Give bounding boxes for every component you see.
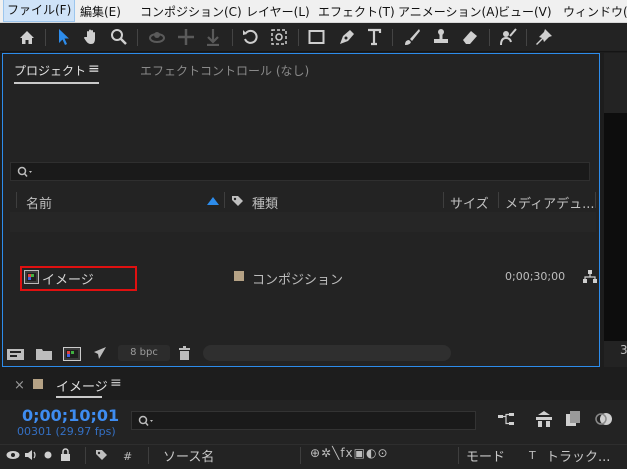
label-color-swatch[interactable] [234,271,244,281]
selection-tool-icon[interactable] [53,26,75,48]
tab-effect-controls[interactable]: エフェクトコントロール (なし) [140,62,309,79]
pan-camera-icon[interactable] [175,26,197,48]
menu-file[interactable]: ファイル(F) [2,0,76,22]
label-tag-icon[interactable] [231,195,244,208]
comp-mini-flowchart-icon[interactable] [498,413,516,427]
menu-animation[interactable]: アニメーション(A) [398,3,499,20]
roto-brush-icon[interactable] [497,26,519,48]
rectangle-tool-icon[interactable] [306,26,328,48]
audio-speaker-icon[interactable] [24,449,38,461]
solo-icon[interactable] [44,451,52,459]
comp-label-swatch [33,379,43,389]
puppet-pin-icon[interactable] [533,26,555,48]
menu-effect[interactable]: エフェクト(T) [318,3,395,20]
bit-depth-button[interactable]: 8 bpc [118,345,170,361]
column-size[interactable]: サイズ [450,193,489,212]
zoom-tool-icon[interactable] [108,26,130,48]
preserve-transparency-header[interactable]: T [529,449,536,462]
new-composition-icon[interactable] [63,347,81,361]
timeline-search-input[interactable] [131,411,476,430]
tab-timeline-composition[interactable]: イメージ [56,376,108,395]
label-tag-icon[interactable] [95,449,108,462]
draft-3d-icon[interactable] [535,411,553,427]
layer-switches-icons[interactable]: ⊕✲╲fx▣◐⊙ [310,446,389,460]
highlight-box [20,266,137,291]
menu-layer[interactable]: レイヤー(L) [246,3,310,20]
track-matte-header[interactable]: トラック... [546,446,610,465]
search-icon [17,166,32,177]
project-panel-menu-icon[interactable]: ≡ [88,61,100,77]
timeline-tab-underline [56,396,102,398]
frame-count-fps: 00301 (29.97 fps) [17,425,116,438]
motion-blur-icon[interactable] [595,411,613,427]
trash-icon[interactable] [178,346,191,360]
timeline-menu-icon[interactable]: ≡ [110,375,122,391]
layer-number-header[interactable]: # [123,450,132,463]
close-icon[interactable]: × [14,378,25,393]
table-row[interactable] [10,212,596,232]
type-tool-icon[interactable] [364,26,386,48]
tools-toolbar [0,23,627,52]
orbit-camera-icon[interactable] [146,26,168,48]
menu-view[interactable]: ビュー(V) [498,3,552,20]
column-name[interactable]: 名前 [26,193,52,212]
menu-edit[interactable]: 編集(E) [80,3,121,20]
hand-tool-icon[interactable] [80,26,102,48]
row-type: コンポジション [252,273,344,288]
home-icon[interactable] [16,26,38,48]
active-tab-underline [14,82,99,84]
search-icon [138,415,153,426]
clone-stamp-icon[interactable] [430,26,452,48]
menu-window[interactable]: ウィンドウ(W [563,3,627,20]
menu-bar: ファイル(F) 編集(E) コンポジション(C) レイヤー(L) エフェクト(T… [0,0,627,23]
current-timecode[interactable]: 0;00;10;01 [22,406,119,425]
project-search-input[interactable] [10,162,590,181]
rotate-tool-icon[interactable] [240,26,262,48]
row-duration: 0;00;30;00 [505,270,566,283]
new-folder-icon[interactable] [36,347,52,360]
source-name-header[interactable]: ソース名 [163,446,214,465]
tab-project[interactable]: プロジェクト [14,62,86,79]
brush-tool-icon[interactable] [401,26,423,48]
column-media-duration[interactable]: メディアデュ... [505,193,595,212]
pen-tool-icon[interactable] [336,26,358,48]
flowchart-icon[interactable] [583,270,597,283]
right-panel-strip: 3 [604,53,627,367]
eraser-icon[interactable] [459,26,481,48]
lock-icon[interactable] [60,448,71,461]
interpret-footage-icon[interactable] [7,348,25,361]
render-queue-icon[interactable] [93,346,107,360]
pan-behind-tool-icon[interactable] [268,26,290,48]
dolly-camera-icon[interactable] [202,26,224,48]
horizontal-scrollbar[interactable] [203,345,451,361]
sort-ascending-icon[interactable] [207,197,219,205]
mode-header[interactable]: モード [466,446,505,465]
right-strip-text: 3 [620,343,627,357]
video-eye-icon[interactable] [6,450,20,460]
frame-blending-icon[interactable] [565,411,581,427]
menu-composition[interactable]: コンポジション(C) [140,3,242,20]
column-type[interactable]: 種類 [252,193,278,212]
